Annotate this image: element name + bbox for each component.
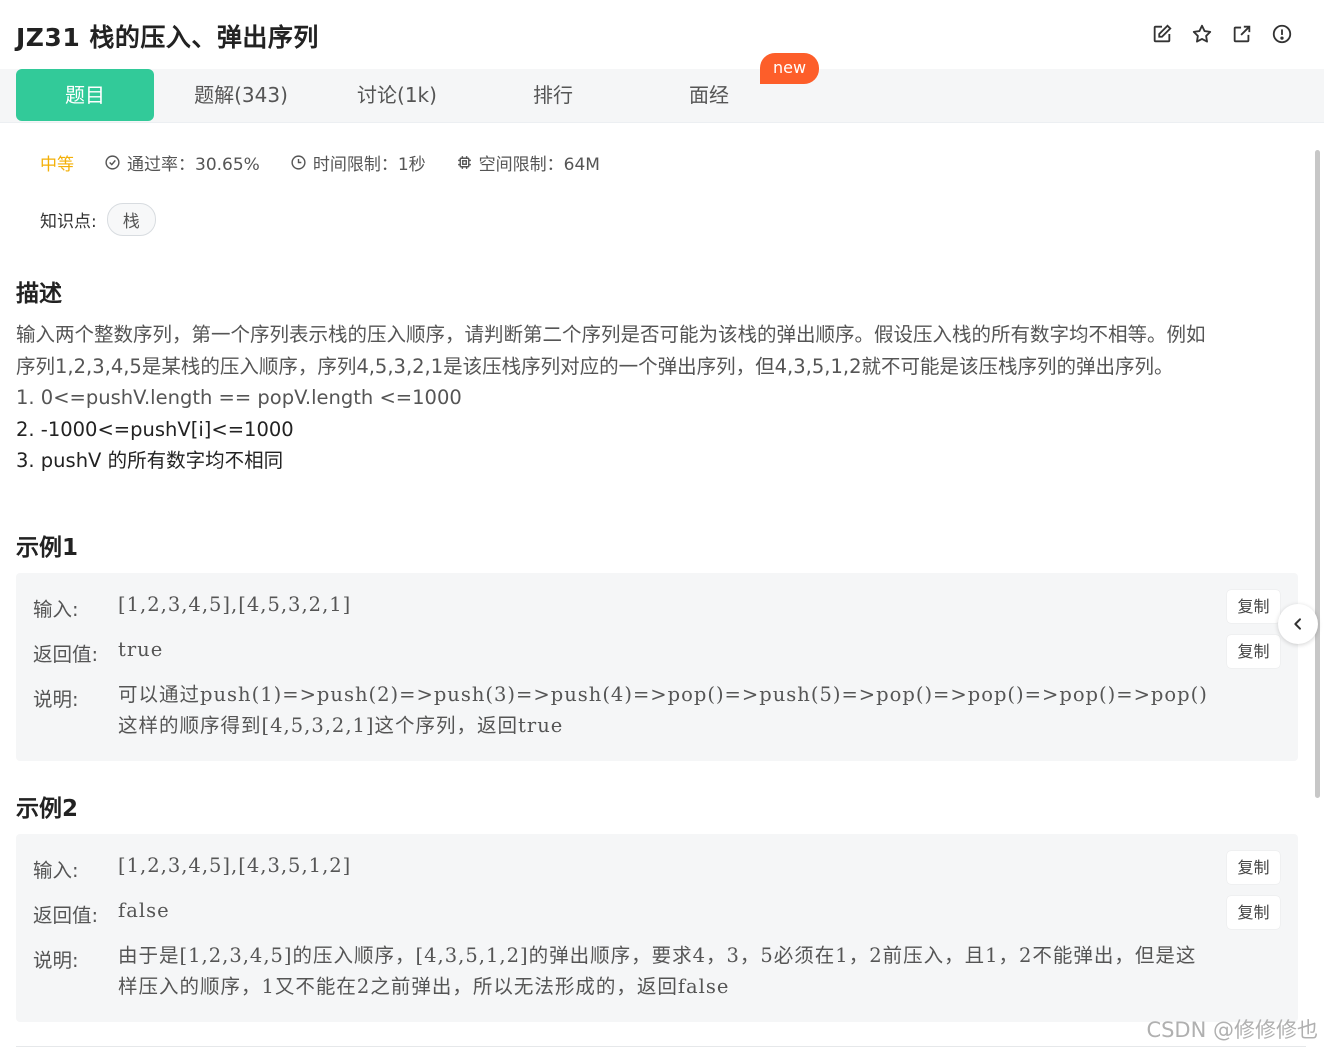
input-label: 输入:	[33, 859, 79, 882]
copy-input-button[interactable]: 复制	[1227, 851, 1280, 884]
time-limit: 时间限制：1秒	[290, 150, 426, 175]
tab-solutions[interactable]: 题解(343)	[172, 69, 310, 121]
watermark: CSDN @修修修也	[1146, 1018, 1318, 1042]
tab-bar: 题目 题解(343) 讨论(1k) 排行 面经	[0, 69, 1324, 123]
example2-input-row: 输入: [1,2,3,4,5],[4,3,5,1,2]	[33, 854, 351, 883]
pass-rate: 通过率：30.65%	[104, 150, 260, 175]
copy-return-button[interactable]: 复制	[1227, 896, 1280, 929]
difficulty-label: 中等	[40, 155, 74, 175]
knowledge-tag[interactable]: 栈	[106, 203, 156, 236]
collapse-panel-button[interactable]	[1278, 604, 1318, 644]
input-value: [1,2,3,4,5],[4,5,3,2,1]	[118, 593, 352, 616]
example2-return-row: 返回值: false	[33, 899, 170, 928]
description-body: 输入两个整数序列，第一个序列表示栈的压入顺序，请判断第二个序列是否可能为该栈的弹…	[16, 319, 1306, 477]
example1-input-row: 输入: [1,2,3,4,5],[4,5,3,2,1]	[33, 593, 351, 622]
return-label: 返回值:	[33, 643, 99, 666]
return-value: false	[118, 899, 170, 922]
tab-ranking[interactable]: 排行	[484, 69, 622, 121]
header-actions	[1150, 22, 1294, 46]
description-line: 输入两个整数序列，第一个序列表示栈的压入顺序，请判断第二个序列是否可能为该栈的弹…	[16, 323, 1206, 346]
scrollbar[interactable]	[1315, 150, 1320, 798]
input-label: 输入:	[33, 598, 79, 621]
problem-title: JZ31 栈的压入、弹出序列	[16, 23, 319, 52]
knowledge-label: 知识点:	[40, 212, 97, 232]
copy-input-button[interactable]: 复制	[1227, 590, 1280, 623]
explain-line: 可以通过push(1)=>push(2)=>push(3)=>push(4)=>…	[118, 683, 1208, 706]
new-badge: new	[760, 53, 819, 84]
explain-label: 说明:	[33, 688, 79, 711]
space-limit: 空间限制：64M	[456, 150, 600, 175]
return-label: 返回值:	[33, 904, 99, 927]
star-icon[interactable]	[1190, 22, 1214, 46]
clock-icon	[291, 155, 306, 170]
header: JZ31 栈的压入、弹出序列	[0, 0, 1324, 70]
copy-return-button[interactable]: 复制	[1227, 635, 1280, 668]
explain-line: 由于是[1,2,3,4,5]的压入顺序，[4,3,5,1,2]的弹出顺序，要求4…	[118, 944, 1197, 967]
report-icon[interactable]	[1270, 22, 1294, 46]
knowledge-points: 知识点: 栈	[40, 203, 156, 236]
constraint-line: 1. 0<=pushV.length == popV.length <=1000	[16, 386, 462, 409]
input-value: [1,2,3,4,5],[4,3,5,1,2]	[118, 854, 352, 877]
description-heading: 描述	[16, 281, 62, 307]
constraint-line: 2. -1000<=pushV[i]<=1000	[16, 417, 294, 441]
explain-line: 样压入的顺序，1又不能在2之前弹出，所以无法形成的，返回false	[118, 975, 730, 998]
chip-icon	[457, 156, 471, 169]
explain-label: 说明:	[33, 949, 79, 972]
problem-meta: 中等 通过率：30.65% 时间限制：1秒 空间限制：64M	[40, 150, 630, 175]
example1-heading: 示例1	[16, 535, 79, 561]
tab-interview[interactable]: 面经	[640, 69, 778, 121]
example1-box: 输入: [1,2,3,4,5],[4,5,3,2,1] 返回值: true 说明…	[16, 573, 1298, 761]
description-line: 序列1,2,3,4,5是某栈的压入顺序，序列4,5,3,2,1是该压栈序列对应的…	[16, 354, 1174, 378]
example1-explain-row: 说明: 可以通过push(1)=>push(2)=>push(3)=>push(…	[33, 683, 1208, 741]
example2-box: 输入: [1,2,3,4,5],[4,3,5,1,2] 返回值: false 说…	[16, 834, 1298, 1022]
external-link-icon[interactable]	[1230, 22, 1254, 46]
example2-explain-row: 说明: 由于是[1,2,3,4,5]的压入顺序，[4,3,5,1,2]的弹出顺序…	[33, 944, 1196, 1002]
check-circle-icon	[105, 155, 120, 170]
example2-heading: 示例2	[16, 796, 79, 822]
chevron-left-icon	[1294, 618, 1301, 630]
tab-problem[interactable]: 题目	[16, 69, 154, 121]
constraint-line: 3. pushV 的所有数字均不相同	[16, 449, 284, 472]
explain-line: 这样的顺序得到[4,5,3,2,1]这个序列，返回true	[118, 714, 564, 737]
example1-return-row: 返回值: true	[33, 638, 163, 667]
edit-icon[interactable]	[1150, 22, 1174, 46]
divider	[16, 1046, 1306, 1047]
return-value: true	[118, 638, 164, 661]
tab-discussion[interactable]: 讨论(1k)	[328, 69, 466, 121]
